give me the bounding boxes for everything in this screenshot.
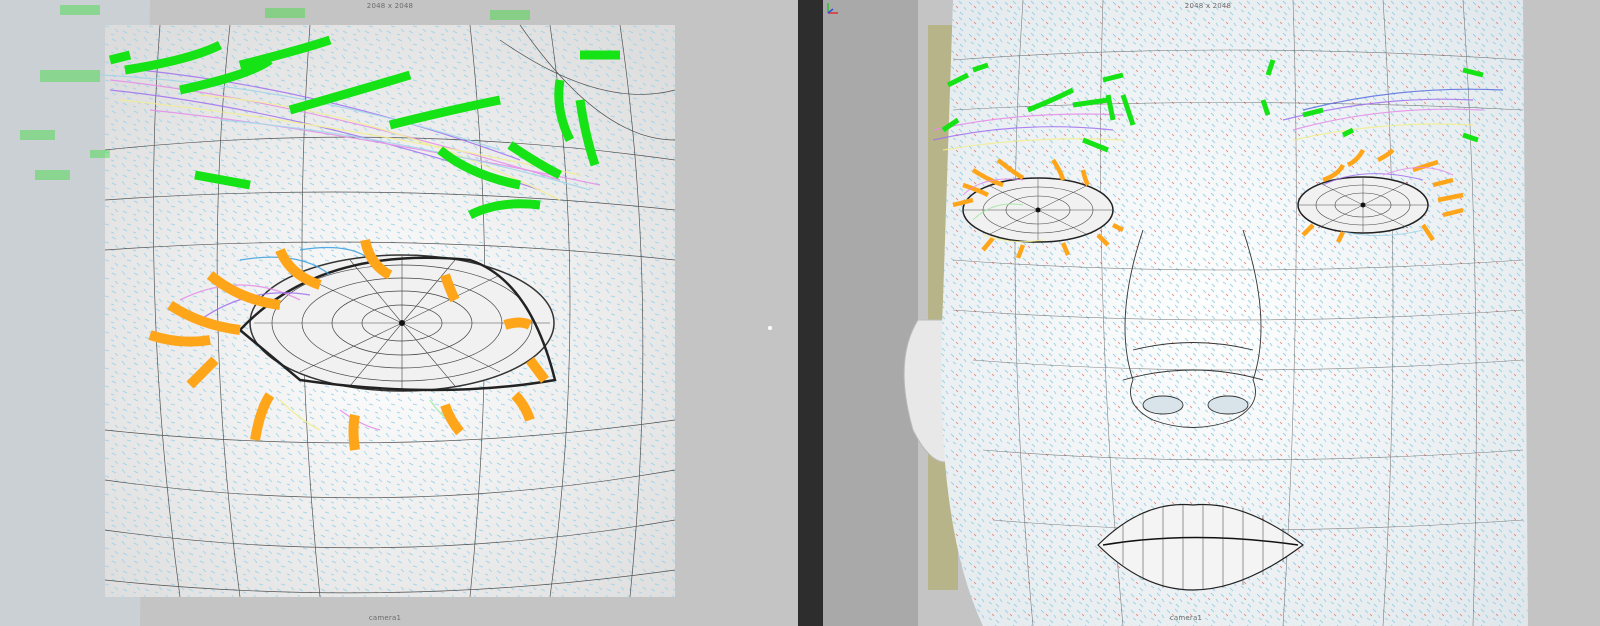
viewport-right-scene — [823, 0, 1600, 626]
maya-viewport-layout: 2048 x 2048 camera1 2048 x 2048 camera1 — [0, 0, 1600, 626]
viewport-right[interactable]: 2048 x 2048 camera1 — [823, 0, 1600, 626]
viewport-left[interactable]: 2048 x 2048 camera1 — [0, 0, 798, 626]
camera-label: camera1 — [368, 614, 402, 622]
viewport-left-scene — [0, 0, 798, 626]
resolution-label: 2048 x 2048 — [366, 2, 414, 10]
axis-gizmo-icon — [827, 3, 838, 14]
resolution-label: 2048 x 2048 — [1184, 2, 1232, 10]
eyeball-right-view-2 — [1297, 176, 1429, 234]
viewport-separator[interactable] — [798, 0, 823, 626]
camera-label: camera1 — [1169, 614, 1203, 622]
